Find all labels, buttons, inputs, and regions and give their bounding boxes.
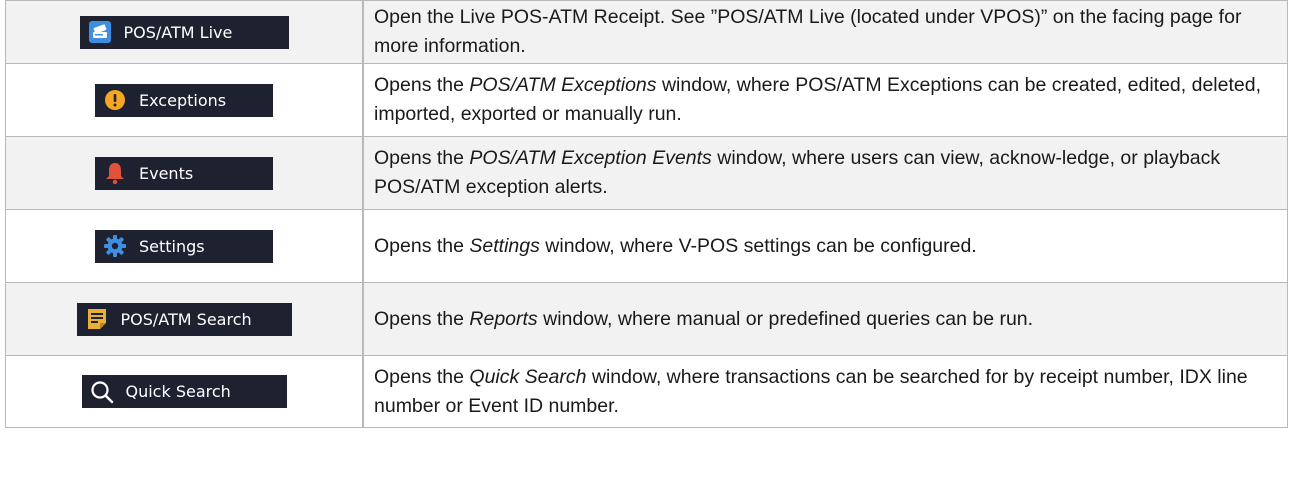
features-table: POS/ATM Live Open the Live POS-ATM Recei… bbox=[5, 0, 1288, 428]
button-label: Exceptions bbox=[139, 90, 227, 110]
button-cell: Quick Search bbox=[5, 356, 364, 427]
table-row: Events Opens the POS/ATM Exception Event… bbox=[5, 136, 1288, 209]
bell-icon bbox=[103, 161, 127, 185]
gear-icon bbox=[103, 234, 127, 258]
button-cell: Exceptions bbox=[5, 64, 364, 136]
table-row: Quick Search Opens the Quick Search wind… bbox=[5, 355, 1288, 428]
table-row: POS/ATM Live Open the Live POS-ATM Recei… bbox=[5, 0, 1288, 63]
settings-button[interactable]: Settings bbox=[95, 229, 273, 263]
table-row: Settings Opens the Settings window, wher… bbox=[5, 209, 1288, 282]
magnifier-icon bbox=[90, 380, 114, 404]
button-label: Settings bbox=[139, 236, 205, 256]
button-cell: POS/ATM Live bbox=[5, 1, 364, 63]
description-cell: Opens the Quick Search window, where tra… bbox=[364, 356, 1288, 427]
table-row: POS/ATM Search Opens the Reports window,… bbox=[5, 282, 1288, 355]
button-cell: Settings bbox=[5, 210, 364, 282]
note-icon bbox=[85, 307, 109, 331]
description-cell: Opens the Reports window, where manual o… bbox=[364, 283, 1288, 355]
pos-atm-search-button[interactable]: POS/ATM Search bbox=[76, 302, 292, 336]
pos-atm-live-button[interactable]: POS/ATM Live bbox=[79, 15, 289, 49]
receipt-card-icon bbox=[88, 20, 112, 44]
description-cell: Opens the POS/ATM Exception Events windo… bbox=[364, 137, 1288, 209]
description-cell: Open the Live POS-ATM Receipt. See ”POS/… bbox=[364, 1, 1288, 63]
button-label: POS/ATM Live bbox=[123, 22, 233, 42]
button-label: Events bbox=[139, 163, 194, 183]
events-button[interactable]: Events bbox=[95, 156, 273, 190]
description-text: Opens the Reports window, where manual o… bbox=[374, 307, 1034, 330]
table-row: Exceptions Opens the POS/ATM Exceptions … bbox=[5, 63, 1288, 136]
description-text: Opens the POS/ATM Exception Events windo… bbox=[374, 147, 1221, 198]
description-cell: Opens the Settings window, where V-POS s… bbox=[364, 210, 1288, 282]
exclamation-circle-icon bbox=[103, 88, 127, 112]
exceptions-button[interactable]: Exceptions bbox=[95, 83, 273, 117]
button-cell: POS/ATM Search bbox=[5, 283, 364, 355]
description-text: Open the Live POS-ATM Receipt. See ”POS/… bbox=[374, 6, 1242, 57]
quick-search-button[interactable]: Quick Search bbox=[81, 375, 287, 408]
description-text: Opens the Settings window, where V-POS s… bbox=[374, 234, 977, 257]
button-label: Quick Search bbox=[125, 382, 231, 401]
button-label: POS/ATM Search bbox=[120, 309, 252, 329]
description-text: Opens the Quick Search window, where tra… bbox=[374, 365, 1248, 417]
button-cell: Events bbox=[5, 137, 364, 209]
description-text: Opens the POS/ATM Exceptions window, whe… bbox=[374, 74, 1262, 125]
description-cell: Opens the POS/ATM Exceptions window, whe… bbox=[364, 64, 1288, 136]
